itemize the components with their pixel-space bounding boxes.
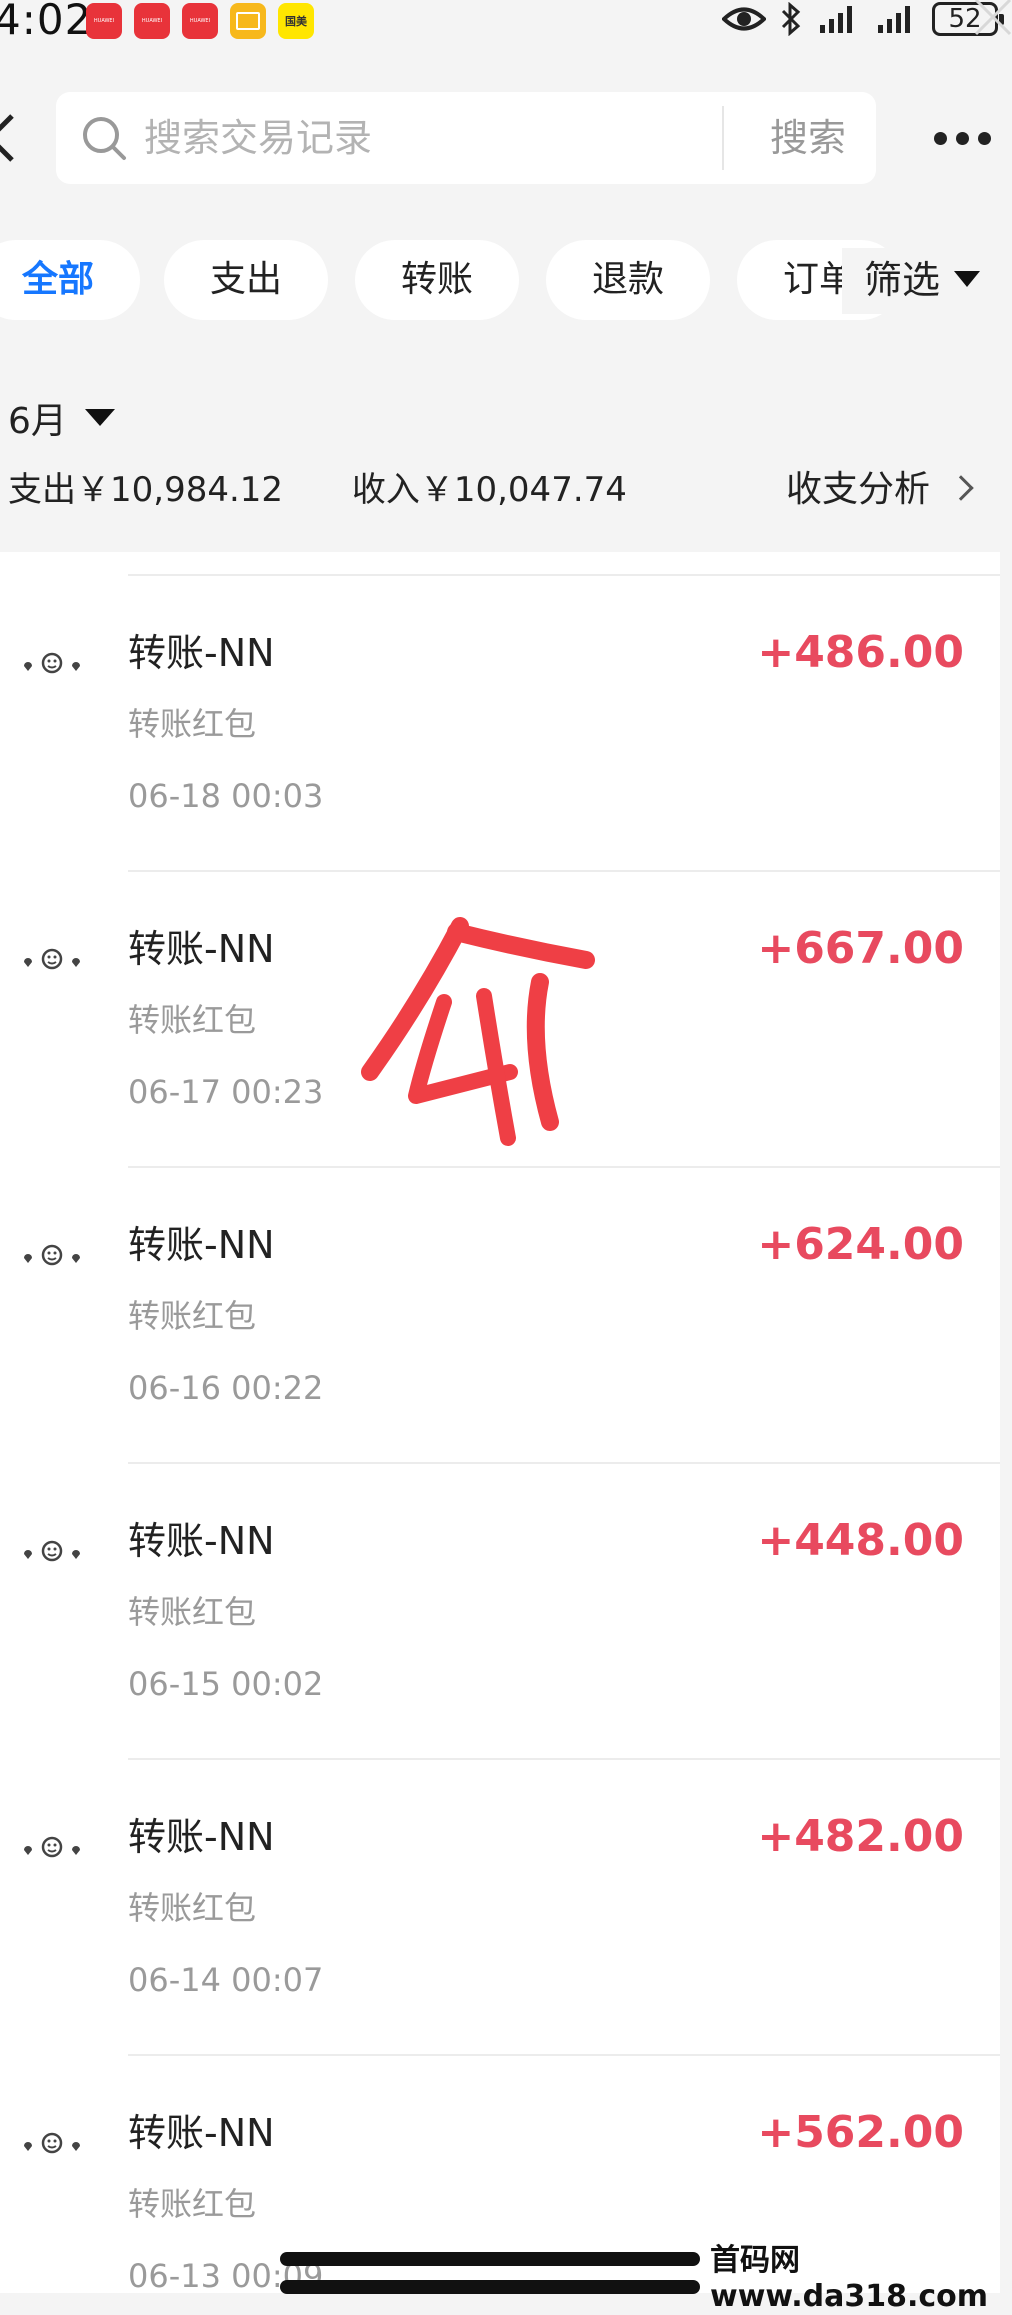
filter-button[interactable]: 筛选 bbox=[842, 248, 1012, 314]
home-indicator bbox=[280, 2252, 700, 2266]
analysis-link[interactable]: 收支分析 bbox=[786, 466, 974, 514]
notification-icons: HUAWEI HUAWEI HUAWEI 国美 bbox=[86, 3, 314, 39]
status-bar: 4:02 HUAWEI HUAWEI HUAWEI 国美 52 bbox=[0, 0, 1012, 44]
more-button[interactable] bbox=[934, 118, 1004, 158]
close-icon[interactable] bbox=[970, 0, 1012, 40]
huawei-app-icon: HUAWEI bbox=[182, 3, 218, 39]
transaction-row[interactable]: 转账-NN 转账红包 06-14 00:07 +482.00 bbox=[0, 1758, 1000, 2054]
mail-icon bbox=[230, 3, 266, 39]
transaction-subtitle: 转账红包 bbox=[128, 1001, 257, 1039]
smiley-avatar-icon bbox=[24, 2132, 80, 2154]
transaction-row[interactable]: 转账-NN 转账红包 06-18 00:03 +486.00 bbox=[0, 574, 1000, 870]
chip-transfer[interactable]: 转账 bbox=[355, 240, 519, 320]
smiley-avatar-icon bbox=[24, 1540, 80, 1562]
chevron-right-icon bbox=[948, 475, 974, 501]
transaction-row[interactable]: 转账-NN 转账红包 06-15 00:02 +448.00 bbox=[0, 1462, 1000, 1758]
status-time: 4:02 bbox=[0, 0, 93, 44]
more-dot-icon bbox=[934, 131, 947, 145]
transaction-title: 转账-NN bbox=[128, 927, 275, 971]
transaction-amount: +667.00 bbox=[757, 923, 964, 974]
analysis-label: 收支分析 bbox=[786, 469, 931, 510]
smiley-avatar-icon bbox=[24, 1836, 80, 1858]
transaction-time: 06-17 00:23 bbox=[128, 1073, 324, 1111]
gome-app-icon: 国美 bbox=[278, 3, 314, 39]
row-divider bbox=[128, 2054, 1000, 2056]
dropdown-triangle-icon bbox=[84, 409, 115, 426]
transaction-title: 转账-NN bbox=[128, 1519, 275, 1563]
transaction-list: 转账-NN 转账红包 06-18 00:03 +486.00 转账-NN 转账红… bbox=[0, 552, 1000, 2293]
row-divider bbox=[128, 870, 1000, 872]
expense-total: 支出￥10,984.12 bbox=[8, 470, 284, 510]
transaction-row[interactable]: 转账-NN 转账红包 06-17 00:23 +667.00 bbox=[0, 870, 1000, 1166]
transaction-subtitle: 转账红包 bbox=[128, 1297, 257, 1335]
transaction-time: 06-14 00:07 bbox=[128, 1961, 324, 1999]
transaction-time: 06-16 00:22 bbox=[128, 1369, 324, 1407]
smiley-avatar-icon bbox=[24, 1244, 80, 1266]
back-icon[interactable] bbox=[0, 112, 16, 164]
smiley-avatar-icon bbox=[24, 948, 80, 970]
transaction-amount: +562.00 bbox=[757, 2107, 964, 2158]
dropdown-triangle-icon bbox=[954, 271, 981, 287]
search-icon bbox=[83, 117, 126, 160]
chip-refund[interactable]: 退款 bbox=[546, 240, 710, 320]
search-divider bbox=[722, 106, 724, 170]
search-button[interactable]: 搜索 bbox=[746, 92, 870, 184]
search-input[interactable] bbox=[142, 92, 742, 184]
income-total: 收入￥10,047.74 bbox=[351, 470, 627, 510]
transaction-subtitle: 转账红包 bbox=[128, 705, 257, 743]
transaction-subtitle: 转账红包 bbox=[128, 1889, 257, 1927]
more-dot-icon bbox=[956, 131, 969, 145]
bluetooth-icon bbox=[781, 2, 801, 36]
huawei-app-icon: HUAWEI bbox=[86, 3, 122, 39]
chip-expense[interactable]: 支出 bbox=[164, 240, 328, 320]
transaction-time: 06-15 00:02 bbox=[128, 1665, 324, 1703]
transaction-subtitle: 转账红包 bbox=[128, 1593, 257, 1631]
month-label: 6月 bbox=[8, 401, 67, 442]
row-divider bbox=[128, 574, 1000, 576]
system-icons: 52 bbox=[722, 2, 1004, 36]
transaction-amount: +482.00 bbox=[757, 1811, 964, 1862]
signal-icon bbox=[820, 6, 852, 33]
transaction-title: 转账-NN bbox=[128, 631, 275, 675]
transaction-amount: +486.00 bbox=[757, 627, 964, 678]
signal-icon-2 bbox=[878, 6, 910, 33]
transaction-row[interactable]: 转账-NN 转账红包 06-16 00:22 +624.00 bbox=[0, 1166, 1000, 1462]
row-divider bbox=[128, 1166, 1000, 1168]
month-selector[interactable]: 6月 bbox=[8, 398, 115, 446]
filter-label: 筛选 bbox=[864, 258, 941, 302]
transaction-title: 转账-NN bbox=[128, 2111, 275, 2155]
month-summary: 支出￥10,984.12 收入￥10,047.74 bbox=[8, 466, 685, 514]
more-dot-icon bbox=[978, 131, 991, 145]
row-divider bbox=[128, 1462, 1000, 1464]
chip-all[interactable]: 全部 bbox=[0, 240, 140, 320]
row-divider bbox=[128, 1758, 1000, 1760]
transaction-amount: +448.00 bbox=[757, 1515, 964, 1566]
search-box: 搜索 bbox=[56, 92, 876, 184]
transaction-time: 06-18 00:03 bbox=[128, 777, 324, 815]
home-indicator-shadow bbox=[280, 2280, 700, 2294]
transaction-amount: +624.00 bbox=[757, 1219, 964, 1270]
eye-icon bbox=[722, 7, 766, 31]
huawei-app-icon: HUAWEI bbox=[134, 3, 170, 39]
transaction-title: 转账-NN bbox=[128, 1815, 275, 1859]
site-watermark: 首码网www.da318.com bbox=[710, 2243, 989, 2314]
transaction-title: 转账-NN bbox=[128, 1223, 275, 1267]
smiley-avatar-icon bbox=[24, 652, 80, 674]
transaction-subtitle: 转账红包 bbox=[128, 2185, 257, 2223]
